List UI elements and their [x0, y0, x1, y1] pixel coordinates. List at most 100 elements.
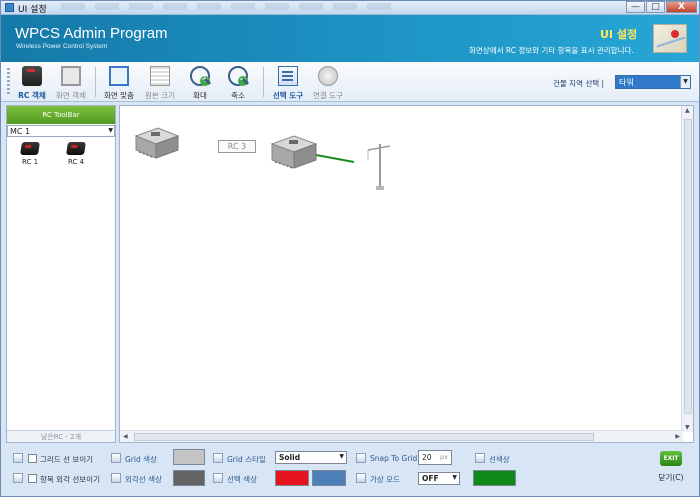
grid-style-select[interactable]: Solid ▼: [275, 451, 347, 464]
select-color-swatch-red[interactable]: [275, 470, 309, 486]
screen-object-label: 화면 객체: [56, 91, 86, 100]
zoom-in-label: 확대: [193, 91, 207, 100]
select-tool-button[interactable]: 선택 도구: [269, 66, 307, 100]
virtual-mode-icon: [356, 473, 366, 483]
grid-show-label: 그리드 선 보이기: [40, 455, 94, 464]
outline-color-icon: [111, 473, 121, 483]
rc-device-gray[interactable]: [268, 130, 320, 172]
fit-screen-icon: [109, 66, 129, 86]
original-size-icon: [150, 66, 170, 86]
snap-size-input[interactable]: 20 px: [418, 450, 452, 465]
scroll-left-icon[interactable]: ◀: [123, 433, 128, 440]
select-color-swatch-blue[interactable]: [312, 470, 346, 486]
zoom-out-button[interactable]: − 축소: [223, 66, 253, 100]
connect-tool-button[interactable]: 연결 도구: [309, 66, 347, 100]
select-tool-icon: [278, 66, 298, 86]
grid-show-checkbox[interactable]: [28, 454, 37, 463]
app-subtitle: Wireless Power Control System: [16, 43, 108, 50]
connection-line[interactable]: [316, 152, 356, 164]
rc-item-label: RC 1: [21, 158, 39, 166]
rc-object-button[interactable]: RC 객체: [15, 66, 49, 100]
chevron-down-icon[interactable]: ▼: [680, 76, 690, 88]
design-canvas[interactable]: RC 3 ▲ ▼ ◀ ▶: [119, 105, 694, 443]
rc-device-icon: [66, 142, 86, 155]
rc-item-1[interactable]: RC 1: [16, 142, 44, 166]
region-select-label: 건물 지역 선택 |: [553, 79, 605, 88]
chevron-down-icon[interactable]: ▼: [108, 127, 113, 134]
scroll-thumb[interactable]: [684, 119, 692, 414]
line-color-icon: [475, 453, 485, 463]
rc-item-label: RC 4: [67, 158, 85, 166]
close-button-label: 닫기(C): [658, 473, 684, 482]
remaining-rc-count: 남은RC - 2개: [7, 430, 115, 442]
fit-screen-label: 화면 맞춤: [104, 91, 134, 100]
mc-select-value: MC 1: [10, 127, 31, 136]
vertical-scrollbar[interactable]: ▲ ▼: [681, 106, 693, 432]
select-color-icon: [213, 473, 223, 483]
horizontal-scrollbar[interactable]: ◀ ▶: [120, 430, 683, 442]
outline-color-swatch[interactable]: [173, 470, 205, 486]
zoom-out-label: 축소: [231, 91, 245, 100]
close-window-button[interactable]: X: [666, 1, 697, 13]
title-bar: UI 설정 — □ X: [1, 1, 699, 15]
scroll-up-icon[interactable]: ▲: [685, 107, 690, 114]
zoom-in-button[interactable]: + 확대: [185, 66, 215, 100]
rc-toolbar-header: RC ToolBar: [7, 106, 115, 124]
rc-device-icon: [20, 142, 40, 155]
app-icon: [5, 3, 14, 12]
chevron-down-icon[interactable]: ▼: [452, 474, 457, 481]
window-title: UI 설정: [18, 5, 47, 15]
scroll-right-icon[interactable]: ▶: [675, 433, 680, 440]
mc-select[interactable]: MC 1 ▼: [7, 125, 115, 137]
rc3-label[interactable]: RC 3: [218, 140, 256, 153]
snap-to-grid-label: Snap To Grid: [370, 454, 418, 463]
minimize-button[interactable]: —: [626, 1, 645, 13]
original-size-button[interactable]: 원본 크기: [142, 66, 178, 100]
original-size-label: 원본 크기: [145, 91, 175, 100]
rc-device-gray[interactable]: [132, 122, 182, 162]
header-banner: WPCS Admin Program Wireless Power Contro…: [1, 15, 699, 62]
grid-option-icon: [13, 453, 23, 463]
grid-color-swatch[interactable]: [173, 449, 205, 465]
outline-show-checkbox[interactable]: [28, 474, 37, 483]
select-color-label: 선택 색상: [227, 475, 257, 484]
scroll-thumb[interactable]: [134, 433, 594, 441]
grid-color-label: Grid 색상: [125, 455, 157, 464]
monitor-icon: [61, 66, 81, 86]
virtual-mode-label: 가상 모드: [370, 475, 400, 484]
section-description: 화면상에서 RC 정보와 기타 항목을 표시 관리합니다.: [469, 46, 634, 55]
virtual-mode-select[interactable]: OFF ▼: [418, 472, 460, 485]
rc-device-icon: [22, 66, 42, 86]
pin-icon: [671, 30, 679, 38]
main-window: UI 설정 — □ X WPCS Admin Program Wireless …: [0, 0, 700, 497]
scroll-down-icon[interactable]: ▼: [685, 424, 690, 431]
virtual-mode-value: OFF: [422, 474, 439, 483]
connect-tool-icon: [318, 66, 338, 86]
line-color-swatch[interactable]: [473, 470, 516, 486]
window-controls: — □ X: [625, 1, 697, 14]
region-select[interactable]: 타워 ▼: [615, 75, 691, 89]
snap-size-unit: px: [440, 453, 448, 461]
outline-color-label: 외각선 색상: [125, 475, 162, 484]
grid-style-label: Grid 스타일: [227, 455, 266, 464]
app-title: WPCS Admin Program: [15, 25, 168, 42]
maximize-button[interactable]: □: [646, 1, 665, 13]
toolbar-grip[interactable]: [7, 68, 10, 96]
toolbar-separator: [263, 67, 264, 97]
chevron-down-icon[interactable]: ▼: [339, 453, 344, 460]
rc-object-label: RC 객체: [18, 91, 46, 100]
screen-object-button[interactable]: 화면 객체: [53, 66, 89, 100]
rc-item-4[interactable]: RC 4: [62, 142, 90, 166]
tower-crane-icon[interactable]: [360, 142, 392, 192]
snap-size-value: 20: [422, 453, 432, 462]
exit-icon: EXIT: [660, 451, 682, 466]
zoom-out-icon: −: [228, 66, 248, 86]
zoom-in-icon: +: [190, 66, 210, 86]
grid-color-icon: [111, 453, 121, 463]
grid-style-icon: [213, 453, 223, 463]
settings-bar: [1, 445, 699, 496]
map-pin-icon: [653, 24, 687, 53]
blurred-menu: [61, 3, 401, 10]
fit-screen-button[interactable]: 화면 맞춤: [101, 66, 137, 100]
close-button[interactable]: EXIT 닫기(C): [652, 451, 690, 487]
